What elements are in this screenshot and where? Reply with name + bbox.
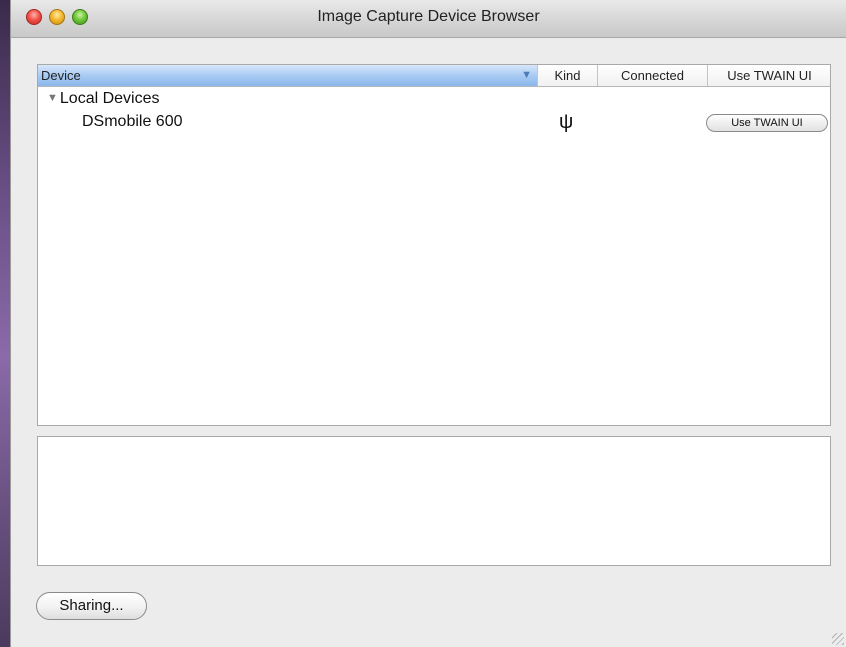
column-header-use-twain-ui[interactable]: Use TWAIN UI — [708, 65, 831, 86]
column-header-kind[interactable]: Kind — [538, 65, 598, 86]
column-header-device-label: Device — [41, 68, 81, 83]
title-bar[interactable]: Image Capture Device Browser — [11, 0, 846, 38]
local-devices-group[interactable]: ▼ Local Devices — [47, 90, 160, 108]
local-devices-label: Local Devices — [59, 90, 160, 107]
device-row[interactable]: DSmobile 600 ψ Use TWAIN UI — [38, 111, 830, 135]
window-title: Image Capture Device Browser — [317, 8, 540, 25]
disclosure-triangle-icon[interactable]: ▼ — [47, 92, 58, 104]
device-details-panel — [37, 436, 831, 566]
device-table-header: Device ▼ Kind Connected Use TWAIN UI — [38, 65, 830, 87]
sort-down-icon: ▼ — [521, 69, 532, 81]
usb-icon: ψ — [559, 111, 574, 133]
column-header-device[interactable]: Device ▼ — [38, 65, 538, 86]
resize-grip-icon[interactable] — [832, 633, 844, 645]
device-list-panel: Device ▼ Kind Connected Use TWAIN UI ▼ Lo… — [37, 64, 831, 498]
device-browser-window: Image Capture Device Browser Device ▼ Ki… — [10, 0, 846, 647]
sharing-button[interactable]: Sharing... — [36, 592, 147, 620]
column-header-connected[interactable]: Connected — [598, 65, 708, 86]
device-name: DSmobile 600 — [82, 113, 183, 130]
use-twain-ui-button[interactable]: Use TWAIN UI — [706, 114, 828, 132]
desktop-background — [0, 0, 10, 647]
